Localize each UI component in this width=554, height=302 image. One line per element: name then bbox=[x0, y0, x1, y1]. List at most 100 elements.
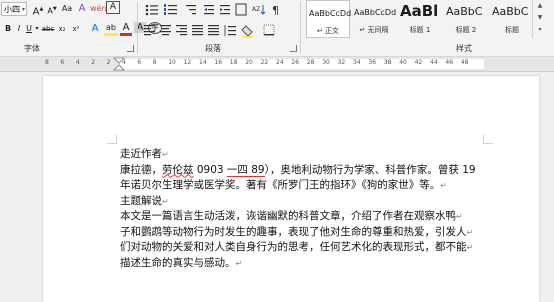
style-no-spacing[interactable]: AaBbCcDd ↵ 无间隔 bbox=[352, 0, 396, 38]
text-run: 走近作者 bbox=[120, 148, 162, 160]
chevron-down-icon[interactable]: ▾ bbox=[22, 3, 25, 17]
style-name: 标题 bbox=[505, 26, 519, 34]
align-right-icon[interactable] bbox=[176, 25, 187, 36]
font-size-value: 小四 bbox=[4, 5, 20, 14]
line-spacing-icon[interactable] bbox=[224, 25, 236, 36]
margin-corner-mark bbox=[483, 134, 493, 144]
ruler-number: 4 bbox=[75, 59, 80, 66]
grow-font-button[interactable]: A▲ bbox=[32, 2, 44, 17]
borders-icon[interactable] bbox=[263, 24, 275, 36]
paragraph-line[interactable]: 本文是一篇语言生动活泼，诙谐幽默的科普文章，介绍了作者在观察水鸭↵ bbox=[120, 209, 476, 225]
paragraph-mark: ↵ bbox=[235, 258, 243, 268]
strikethrough-button[interactable]: abc bbox=[41, 22, 55, 36]
paragraph-mark: ↵ bbox=[162, 196, 169, 206]
highlighter-icon: ab bbox=[106, 23, 116, 32]
phonetic-guide-button[interactable]: wén bbox=[90, 2, 107, 16]
bold-button[interactable]: B bbox=[2, 22, 14, 36]
ruler-number: 18 bbox=[229, 59, 238, 66]
ruler-number: 4 bbox=[122, 59, 126, 66]
strikethrough-icon: abc bbox=[41, 25, 55, 33]
paragraph-line[interactable]: 子和鹦鹉等动物行为时发生的趣事，表现了他对生命的尊重和热爱，引发人↵ bbox=[120, 225, 476, 241]
sort-icon[interactable]: AZ bbox=[252, 5, 266, 15]
paragraph-mark: ↵ bbox=[466, 227, 474, 237]
style-name: 标题 1 bbox=[409, 26, 431, 34]
subscript-button[interactable]: x₂ bbox=[56, 22, 68, 36]
font-color-button[interactable]: A bbox=[120, 22, 132, 36]
ruler-number: 30 bbox=[322, 59, 330, 66]
group-divider bbox=[300, 2, 301, 54]
document-page[interactable]: 走近作者↵ 康拉德，劳伦兹 0903 一四 89），奥地利动物行为学家、科普作家。… bbox=[43, 76, 539, 302]
bullets-icon[interactable] bbox=[145, 4, 158, 16]
paragraph-line[interactable]: 走近作者↵ bbox=[120, 147, 476, 163]
underline-dropdown[interactable]: ▾ bbox=[34, 22, 40, 36]
paragraph-dialog-launcher[interactable] bbox=[290, 45, 297, 52]
style-heading-2[interactable]: AaBbC 标题 2 bbox=[444, 0, 488, 38]
group-divider bbox=[137, 2, 138, 54]
paragraph-line[interactable]: 主题解说↵ bbox=[120, 194, 476, 210]
multilevel-list-icon[interactable] bbox=[186, 5, 196, 15]
text-run: 康拉德， bbox=[120, 163, 162, 176]
svg-text:AZ: AZ bbox=[252, 6, 260, 13]
char-border-button[interactable]: A bbox=[106, 1, 120, 14]
chinese-layout-icon[interactable] bbox=[235, 3, 247, 16]
paragraph-line[interactable]: 描述生命的真实与感动。↵ bbox=[120, 256, 476, 272]
ruler-number: 12 bbox=[183, 59, 192, 66]
text-effect-icon: A bbox=[91, 23, 99, 34]
style-title[interactable]: AaBbC 标题 bbox=[490, 0, 534, 38]
numbering-icon[interactable] bbox=[164, 4, 177, 15]
italic-button[interactable]: I bbox=[14, 22, 24, 36]
paragraph-line[interactable]: 年诺贝尔生理学或医学奖。著有《所罗门王的指环》《狗的家世》等。↵ bbox=[120, 178, 476, 194]
shrink-font-button[interactable]: A▼ bbox=[46, 2, 58, 16]
justify-icon[interactable] bbox=[192, 25, 203, 36]
ruler-number: 40 bbox=[399, 59, 407, 66]
more-styles-icon[interactable]: ▾ bbox=[533, 24, 547, 36]
margin-corner-mark bbox=[107, 134, 117, 144]
font-color-icon: A bbox=[122, 22, 130, 33]
ruler-number: 46 bbox=[445, 59, 454, 66]
ruler-number: 42 bbox=[414, 59, 423, 66]
ruler-number: 36 bbox=[368, 59, 377, 66]
change-case-button[interactable]: Aa bbox=[60, 2, 74, 16]
paragraph-mark: ↵ bbox=[162, 150, 169, 159]
document-body[interactable]: 走近作者↵ 康拉德，劳伦兹 0903 一四 89），奥地利动物行为学家、科普作家。… bbox=[120, 147, 476, 271]
text-effect-button[interactable]: A bbox=[88, 22, 102, 36]
chevron-down-icon[interactable]: ▼ bbox=[533, 12, 547, 24]
spellcheck-flagged-text: 劳伦兹 bbox=[162, 163, 194, 176]
increase-indent-icon[interactable] bbox=[220, 5, 230, 15]
align-left-icon[interactable] bbox=[144, 25, 155, 36]
horizontal-ruler[interactable]: 8 6 4 2 2 4 6 8 10 12 14 16 18 20 22 24 26 28 30 32 34 36 38 40… bbox=[0, 57, 554, 72]
bold-icon: B bbox=[4, 24, 12, 33]
ribbon: 小四 ▾ A▲ A▼ Aa A wén A B I U ▾ abc x₂ x² … bbox=[0, 0, 554, 57]
ruler-number: 48 bbox=[460, 59, 469, 66]
styles-scroll[interactable]: ▲ ▼ ▾ bbox=[532, 0, 547, 38]
superscript-icon: x² bbox=[72, 25, 80, 33]
paragraph-tools: AZ ¶ bbox=[144, 3, 279, 38]
text-run: 本文是一篇语言生动活泼，诙谐幽默的科普文章，介绍了作者在观察水鸭 bbox=[120, 210, 456, 222]
styles-gallery: AaBbCcDd ↵ 正文 AaBbCcDd ↵ 无间隔 AaBl 标题 1 A… bbox=[302, 0, 532, 40]
decrease-indent-icon[interactable] bbox=[204, 5, 214, 15]
style-heading-1[interactable]: AaBl 标题 1 bbox=[398, 0, 442, 38]
align-center-icon[interactable] bbox=[160, 25, 171, 36]
italic-icon: I bbox=[17, 24, 21, 33]
paragraph-line[interactable]: 们对动物的关爱和对人类自身行为的思考，任何艺术化的表现形式，都不能↵ bbox=[120, 240, 476, 256]
chevron-up-icon[interactable]: ▲ bbox=[533, 0, 547, 12]
superscript-button[interactable]: x² bbox=[70, 22, 82, 36]
underline-icon: U bbox=[26, 24, 32, 33]
clear-format-button[interactable]: A bbox=[76, 2, 88, 16]
ruler-number: 6 bbox=[60, 59, 65, 66]
shading-icon[interactable] bbox=[241, 25, 253, 38]
distributed-icon[interactable] bbox=[208, 25, 219, 36]
style-normal[interactable]: AaBbCcDd ↵ 正文 bbox=[306, 0, 351, 38]
highlight-button[interactable]: ab bbox=[104, 22, 118, 36]
text-run: 们对动物的关爱和对人类自身行为的思考，任何艺术化的表现形式，都不能 bbox=[120, 241, 467, 253]
ruler-number: 14 bbox=[199, 59, 207, 66]
ruler-number: 38 bbox=[383, 59, 392, 66]
text-run: 0903 bbox=[193, 163, 227, 176]
ruler-number: 10 bbox=[168, 59, 176, 66]
underline-button[interactable]: U bbox=[24, 22, 34, 36]
style-preview: AaBbC bbox=[492, 5, 529, 18]
font-dialog-launcher[interactable] bbox=[127, 45, 134, 52]
show-marks-icon[interactable]: ¶ bbox=[272, 4, 279, 17]
paragraph-line[interactable]: 康拉德，劳伦兹 0903 一四 89），奥地利动物行为学家、科普作家。曾获 19… bbox=[120, 163, 476, 179]
font-size-select[interactable]: 小四 ▾ bbox=[1, 2, 27, 16]
